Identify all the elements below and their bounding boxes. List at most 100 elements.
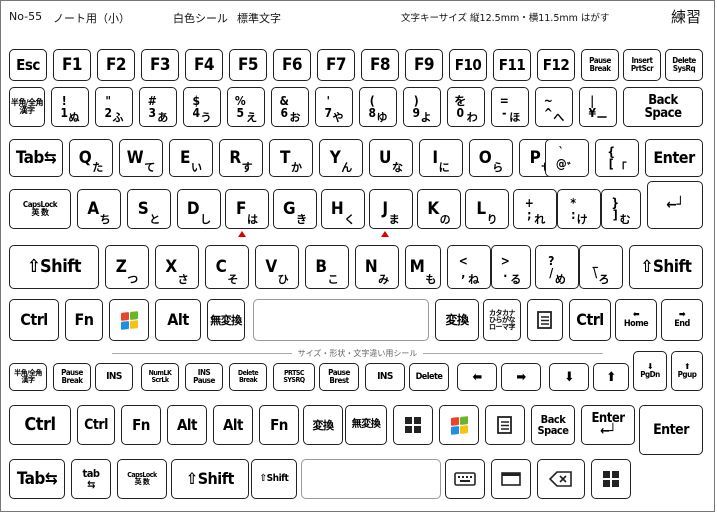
key-label: 変換 bbox=[312, 418, 335, 432]
key-katakana: カタカナ ひらがな ローマ字 bbox=[483, 299, 521, 341]
key-label: D bbox=[186, 198, 200, 219]
key-label: & 6 bbox=[279, 94, 289, 120]
key-kana-label: こ bbox=[327, 273, 339, 286]
key-k7: ' 7や bbox=[315, 87, 353, 127]
key-kana-label: ひ bbox=[277, 273, 289, 286]
key-label: Alt bbox=[167, 310, 189, 329]
key-label: F4 bbox=[193, 54, 215, 75]
key-kana-label: ふ bbox=[112, 111, 124, 124]
key-g: Gき bbox=[273, 189, 317, 229]
key-k: Kの bbox=[417, 189, 461, 229]
key-c: Cそ bbox=[205, 245, 249, 289]
key-kana-label: え bbox=[246, 111, 258, 124]
key-s-capslock: CapsLock 英 数 bbox=[117, 459, 167, 499]
key-s-menu bbox=[485, 405, 525, 445]
key-tab: Tab⇆ bbox=[9, 139, 63, 177]
key-label: A bbox=[87, 198, 99, 219]
key-s-keyboard bbox=[445, 459, 485, 499]
windows-color-logo-icon bbox=[450, 415, 468, 435]
key-kcaret: ~ ^ へ bbox=[535, 87, 573, 127]
key-label: F3 bbox=[149, 54, 171, 75]
key-k6: & 6お bbox=[271, 87, 309, 127]
key-f8: F8 bbox=[361, 49, 399, 81]
keyboard-icon bbox=[454, 472, 476, 486]
key-label: { [ bbox=[607, 145, 615, 171]
key-label: ( 8 bbox=[368, 94, 376, 120]
key-k1: ! 1ぬ bbox=[51, 87, 89, 127]
key-kana-label: く bbox=[344, 213, 356, 226]
key-label: Y bbox=[329, 147, 341, 168]
key-insert-prtscr: Insert PrtScr bbox=[623, 49, 661, 81]
key-label: F8 bbox=[369, 54, 391, 75]
key-label: ' 7 bbox=[324, 94, 332, 120]
key-lctrl: Ctrl bbox=[9, 299, 59, 341]
key-home: ⬅ Home bbox=[615, 299, 657, 341]
key-label: F9 bbox=[413, 54, 435, 75]
key-s-henkan: 変換 bbox=[303, 405, 343, 445]
key-comma: < ,ね bbox=[447, 245, 491, 289]
key-rbracket: } ] む bbox=[601, 189, 641, 229]
key-label: K bbox=[427, 198, 439, 219]
key-s-bksp-icon bbox=[537, 459, 585, 499]
key-label: ! 1 bbox=[60, 94, 68, 120]
key-a: Aち bbox=[77, 189, 121, 229]
key-s-muhenkan: 無変換 bbox=[345, 405, 387, 445]
key-lbracket: { [「 bbox=[595, 139, 639, 177]
key-backspace: Back Space bbox=[623, 87, 703, 127]
key-label: W bbox=[126, 147, 144, 168]
key-label: INS bbox=[106, 371, 122, 382]
key-s-enter-tall: Enter bbox=[639, 405, 703, 455]
key-kana-label: て bbox=[144, 161, 156, 174]
key-label: F5 bbox=[237, 54, 259, 75]
key-i: Iに bbox=[419, 139, 463, 177]
key-label: カタカナ ひらがな ローマ字 bbox=[489, 308, 516, 331]
key-l: Lり bbox=[465, 189, 509, 229]
key-label: CapsLock 英 数 bbox=[127, 471, 157, 486]
key-fn: Fn bbox=[65, 299, 103, 341]
key-label: % 5 bbox=[234, 94, 246, 120]
key-label: Delete Break bbox=[237, 369, 259, 384]
key-kana-label: し bbox=[200, 213, 212, 226]
key-label: $ 4 bbox=[192, 94, 200, 120]
key-kana-label: た bbox=[92, 161, 104, 174]
key-o: Oら bbox=[469, 139, 513, 177]
key-label: * : bbox=[570, 196, 576, 222]
key-label: ➡ bbox=[516, 369, 526, 385]
key-s-win-color bbox=[439, 405, 479, 445]
key-kyen: | ¥ ー bbox=[579, 87, 617, 127]
key-lshift: ⇧Shift bbox=[9, 245, 99, 289]
key-k8: ( 8ゆ bbox=[359, 87, 397, 127]
key-kana-label: ろ bbox=[598, 273, 610, 286]
key-kana-label: な bbox=[391, 161, 403, 174]
key-u: Uな bbox=[369, 139, 413, 177]
key-label: NumLK ScrLk bbox=[148, 369, 172, 384]
key-kana-label: と bbox=[149, 213, 161, 226]
key-label: F7 bbox=[325, 54, 347, 75]
key-r: Rす bbox=[219, 139, 263, 177]
key-d: Dし bbox=[177, 189, 221, 229]
key-label: ⬆ bbox=[606, 369, 616, 385]
menu-icon bbox=[497, 416, 512, 434]
key-label: | ¥ bbox=[588, 94, 596, 120]
product-number: No-55 bbox=[9, 10, 43, 23]
practice-label: 練習 bbox=[671, 8, 702, 26]
key-label: 変換 bbox=[445, 313, 469, 327]
key-label: F12 bbox=[542, 55, 570, 74]
key-label: Fn bbox=[74, 310, 94, 329]
key-label: Fn bbox=[270, 415, 288, 434]
key-s-hankaku: 半角/全角 漢字 bbox=[9, 363, 47, 391]
key-kana-label: う bbox=[200, 111, 212, 124]
key-label: Delete bbox=[415, 371, 443, 382]
key-label: Enter bbox=[653, 422, 689, 438]
key-f2: F2 bbox=[97, 49, 135, 81]
key-y: Yん bbox=[319, 139, 363, 177]
key-label: R bbox=[229, 147, 241, 168]
key-q: Qた bbox=[69, 139, 113, 177]
key-label: F11 bbox=[498, 55, 526, 74]
key-label: Back Space bbox=[644, 93, 682, 121]
key-label: V bbox=[265, 256, 277, 277]
key-label: Fn bbox=[132, 415, 150, 434]
key-kana-label: ら bbox=[492, 161, 504, 174]
key-kana-label: や bbox=[332, 111, 344, 124]
key-label: J bbox=[382, 198, 388, 219]
